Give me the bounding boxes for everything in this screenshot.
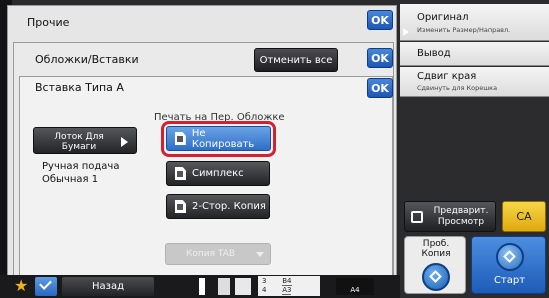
preview-button[interactable]: Предварит. Просмотр [404,201,496,232]
start-icon [496,243,524,271]
preview-label: Предварит. Просмотр [433,206,489,227]
tray-size: A3 [282,286,292,295]
duplex-page-icon [175,200,186,213]
start-label: Старт [493,275,526,286]
sidebar-item-original[interactable]: Оригинал Изменить Размер/Направл. [400,4,549,41]
tray-thumbnail [235,278,251,295]
edge-shift-title: Сдвиг края [417,71,477,82]
original-title: Оригинал [417,12,469,23]
output-title: Вывод [417,48,451,59]
sidebar-item-edge-shift[interactable]: Сдвиг края Сдвинуть для Корешка [400,67,549,97]
copier-screen: Прочие OK Обложки/Вставки Отменить все O… [0,0,549,298]
tray-thumbnail [218,278,230,295]
other-ok-button[interactable]: OK [367,10,393,30]
proof-copy-button[interactable]: Проб. Копия [404,236,466,294]
tray-size: B4 [282,277,292,286]
tray-info: Ручная подача Обычная 1 [42,160,119,186]
active-indicator-icon [403,28,409,36]
tray-number: 4 [262,286,267,294]
check-button[interactable] [35,277,57,296]
tab-copy-label: Копия TAB [186,249,236,259]
paper-tray-label: Лоток Для Бумаги [54,132,104,152]
chevron-down-icon [256,252,264,257]
paper-size-indicator: A4 [336,278,374,295]
tray-info-source: Ручная подача [42,161,120,172]
dialog-other-title: Прочие [27,16,70,29]
option-no-copy-label: Не Копировать [191,127,255,150]
preview-icon [411,211,423,223]
sidebar-item-output[interactable]: Вывод [400,42,549,66]
cancel-all-button[interactable]: Отменить все [254,48,338,72]
insert-ok-button[interactable]: OK [367,78,393,98]
checkmark-icon [39,277,52,290]
clear-all-button[interactable]: CA [502,201,546,232]
tray-thumbnail [199,278,205,295]
star-icon[interactable]: ★ [14,275,28,297]
dialog-insert-title: Вставка Типа A [35,81,124,94]
back-button[interactable]: Назад [62,277,154,296]
page-icon [175,132,186,145]
start-button[interactable]: Старт [471,236,546,294]
tray-number: 3 [262,277,267,285]
paper-tray-button[interactable]: Лоток Для Бумаги [33,127,137,154]
arrow-right-icon [121,137,128,147]
tray-status: 3 B4 4 A3 [258,276,320,296]
option-duplex-label: 2-Стор. Копия [192,201,266,212]
original-subtitle: Изменить Размер/Направл. [417,26,511,34]
tray-info-type: Обычная 1 [42,174,99,185]
option-simplex-label: Симплекс [192,168,244,179]
edge-shift-subtitle: Сдвинуть для Корешка [417,84,498,92]
option-no-copy-button[interactable]: Не Копировать [166,126,271,151]
tab-copy-dropdown: Копия TAB [165,243,271,265]
proof-start-icon [422,263,450,291]
covers-ok-button[interactable]: OK [367,48,393,68]
option-duplex-button[interactable]: 2-Стор. Копия [166,194,270,219]
option-simplex-button[interactable]: Симплекс [166,161,270,186]
proof-copy-label: Проб. Копия [421,239,451,259]
page-icon [175,167,186,180]
dialog-covers-title: Обложки/Вставки [35,53,139,66]
